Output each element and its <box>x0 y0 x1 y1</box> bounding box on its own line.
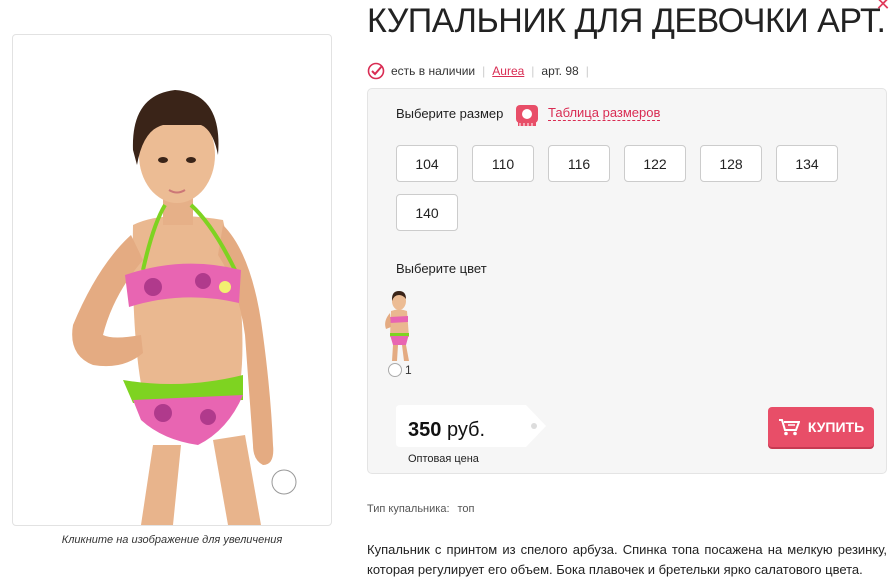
measuring-tape-icon <box>516 105 538 126</box>
product-photo <box>72 90 274 525</box>
color-thumbnail[interactable] <box>378 289 420 361</box>
close-icon[interactable]: ✕ <box>873 0 893 14</box>
buy-button[interactable]: КУПИТЬ <box>768 407 874 447</box>
attribute-row: Тип купальника: топ <box>367 503 475 515</box>
divider: | <box>482 64 486 78</box>
size-option[interactable]: 116 <box>548 145 610 182</box>
brand-link[interactable]: Aurea <box>492 64 524 78</box>
price: 350 руб. <box>408 419 485 442</box>
size-option[interactable]: 140 <box>396 194 458 231</box>
zoom-caption: Кликните на изображение для увеличения <box>61 534 283 546</box>
product-image[interactable] <box>12 34 332 526</box>
check-icon <box>367 62 385 80</box>
options-panel: Выберите размер Таблица размеров 104 110… <box>367 88 887 474</box>
cart-icon <box>778 419 800 436</box>
price-amount: 350 <box>408 419 442 441</box>
size-option[interactable]: 104 <box>396 145 458 182</box>
product-description: Купальник с принтом из спелого арбуза. С… <box>367 542 887 577</box>
attribute-value: топ <box>457 503 475 515</box>
article-number: арт. 98 <box>541 64 579 78</box>
attribute-label: Тип купальника: <box>367 503 450 515</box>
price-currency: руб. <box>446 419 486 441</box>
size-option[interactable]: 134 <box>776 145 838 182</box>
color-option-label: 1 <box>405 363 412 377</box>
buy-label: КУПИТЬ <box>807 419 865 435</box>
price-note: Оптовая цена <box>408 453 479 465</box>
magnifier-icon[interactable] <box>267 465 309 507</box>
product-meta: есть в наличии | Aurea | арт. 98 | <box>367 62 596 80</box>
size-label: Выберите размер <box>396 106 504 121</box>
color-radio[interactable] <box>388 363 402 377</box>
color-label: Выберите цвет <box>396 261 487 276</box>
size-option[interactable]: 128 <box>700 145 762 182</box>
size-option[interactable]: 110 <box>472 145 534 182</box>
stock-status: есть в наличии <box>391 64 476 78</box>
divider: | <box>585 64 589 78</box>
divider: | <box>531 64 535 78</box>
page-title: КУПАЛЬНИК ДЛЯ ДЕВОЧКИ АРТ. 98 <box>367 2 895 40</box>
size-option[interactable]: 122 <box>624 145 686 182</box>
size-table-link[interactable]: Таблица размеров <box>548 105 661 121</box>
